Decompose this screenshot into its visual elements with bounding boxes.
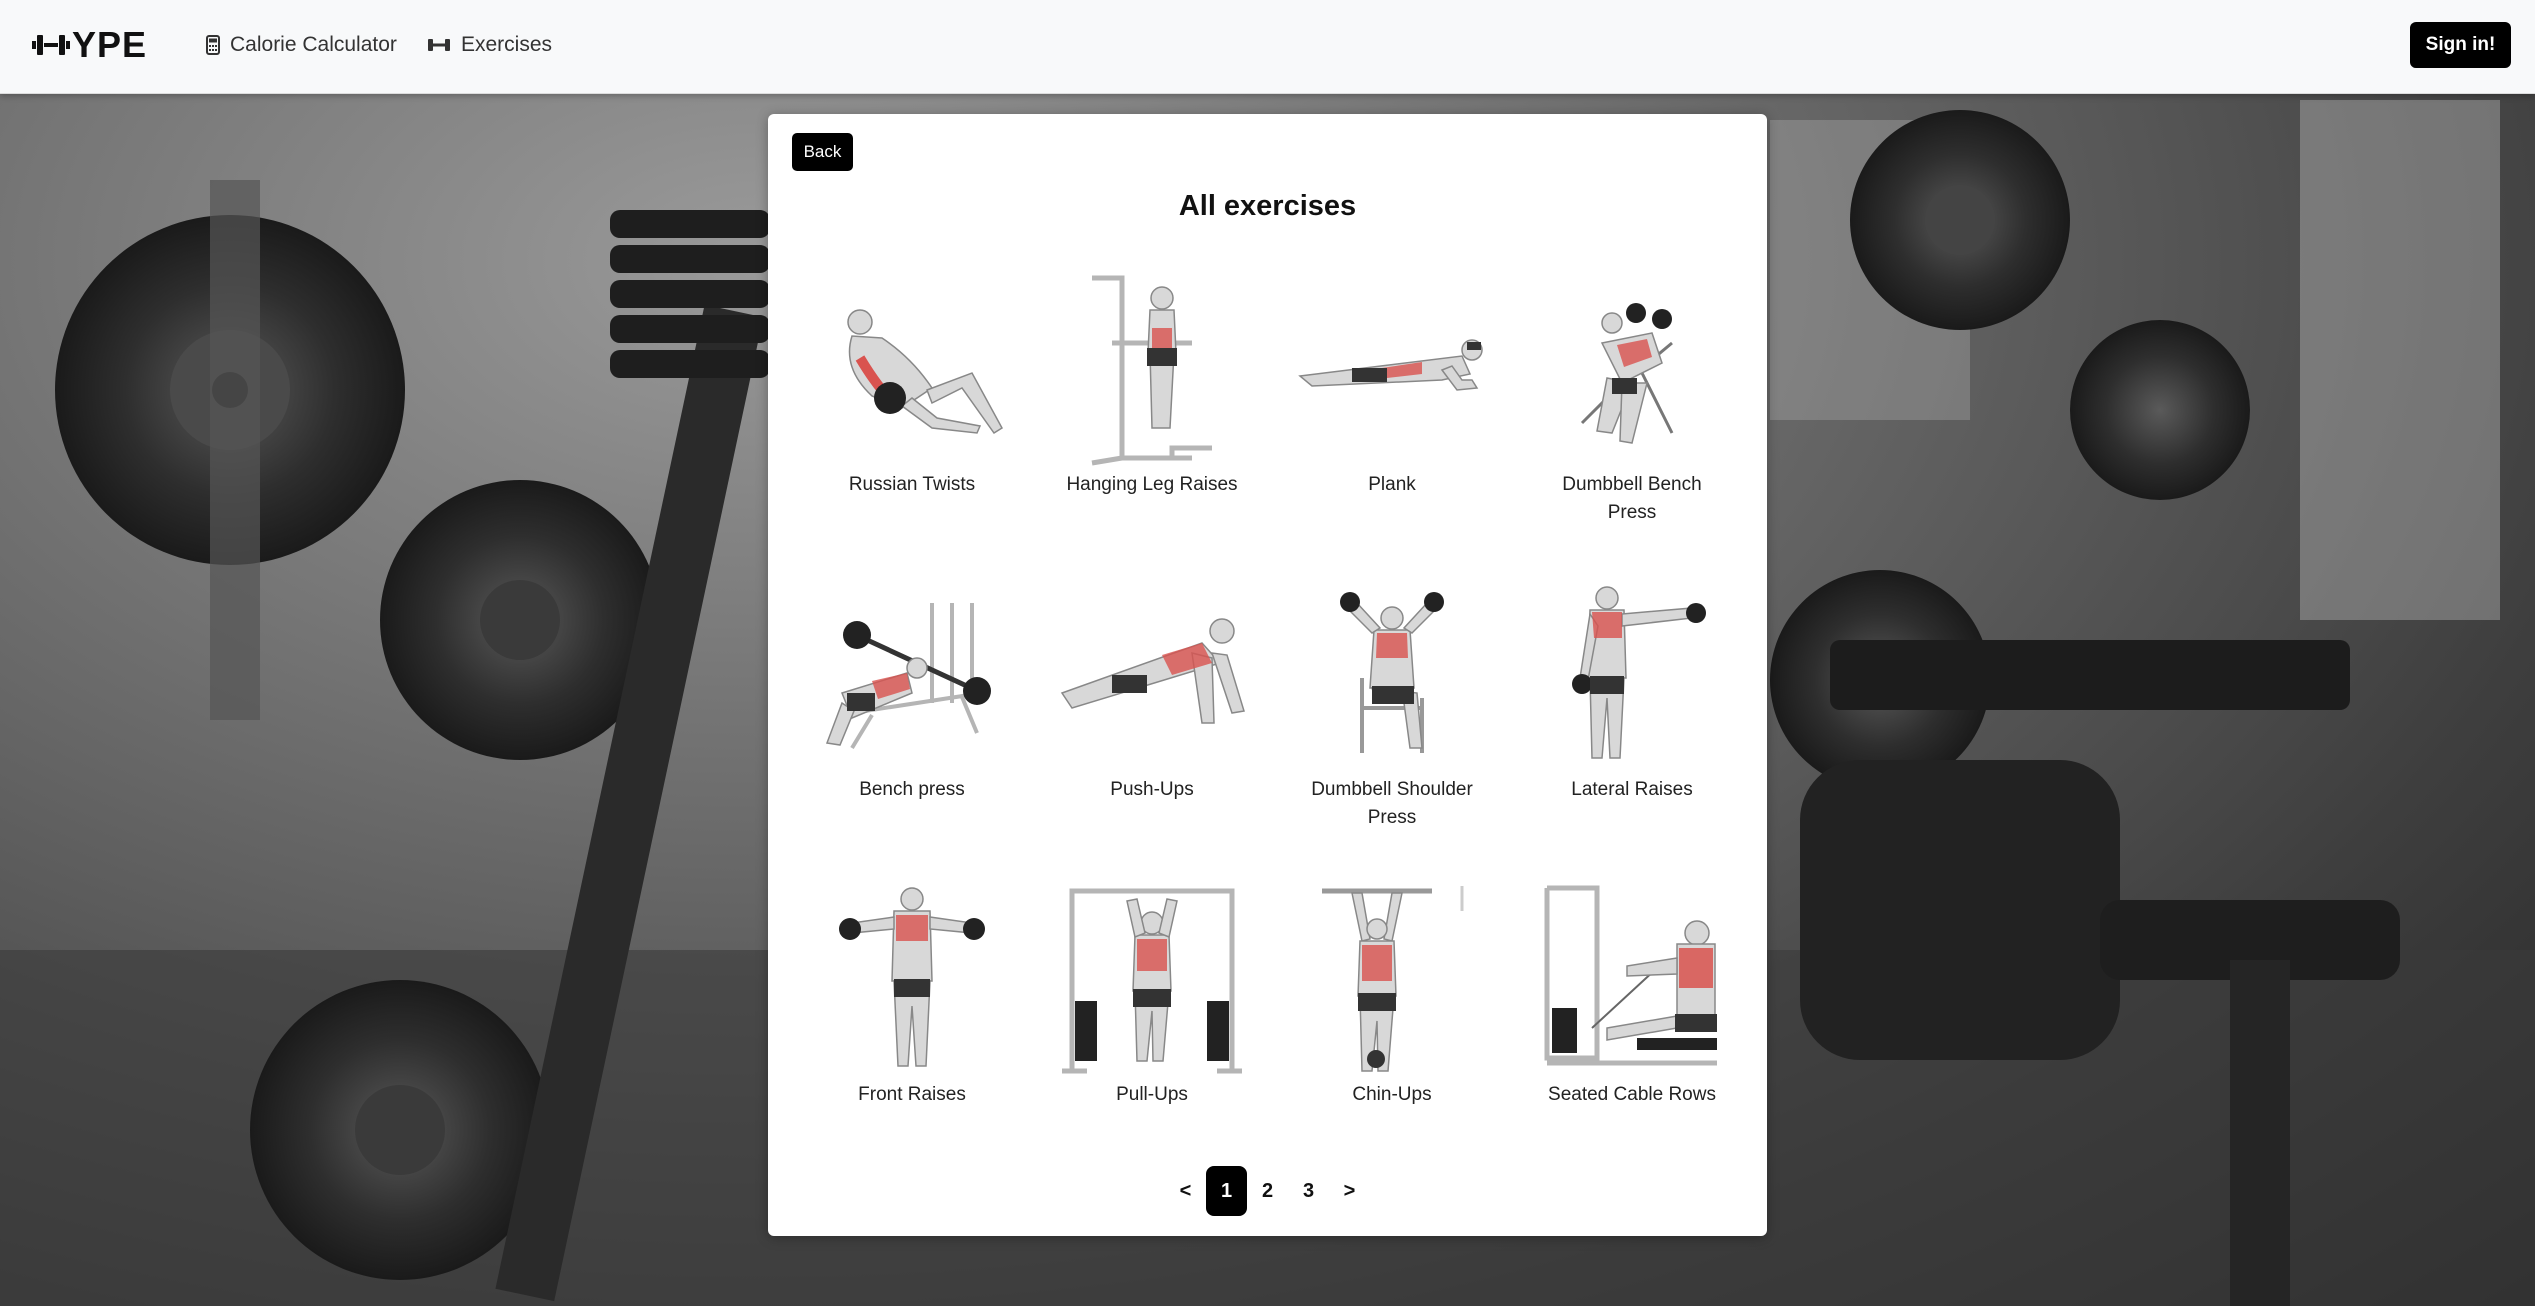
exercise-name: Lateral Raises: [1571, 779, 1693, 800]
exercise-card-push-ups[interactable]: Push-Ups: [1032, 573, 1272, 804]
exercise-card-hanging-leg-raises[interactable]: Hanging Leg Raises: [1032, 268, 1272, 499]
exercise-name: Plank: [1368, 474, 1416, 495]
dumbbell-logo-icon: [32, 30, 70, 60]
exercise-name: Dumbbell Shoulder Press: [1311, 779, 1473, 828]
exercise-card-chin-ups[interactable]: Chin-Ups: [1272, 878, 1512, 1109]
pagination-page-2[interactable]: 2: [1247, 1166, 1288, 1216]
exercise-illustration: [1512, 878, 1752, 1078]
exercise-name: Chin-Ups: [1352, 1084, 1432, 1105]
brand-name: YPE: [72, 24, 148, 65]
exercise-card-bench-press[interactable]: Bench press: [792, 573, 1032, 804]
exercise-name: Seated Cable Rows: [1548, 1084, 1716, 1105]
dumbbell-icon: [427, 37, 451, 53]
exercise-name: Bench press: [859, 779, 965, 800]
exercise-name: Push-Ups: [1110, 779, 1194, 800]
exercise-illustration: [1032, 573, 1272, 773]
pagination: < 1 2 3 >: [768, 1166, 1767, 1216]
exercise-illustration: [1032, 268, 1272, 468]
exercise-illustration: [1512, 268, 1752, 468]
exercise-card-front-raises[interactable]: Front Raises: [792, 878, 1032, 1109]
exercise-card-plank[interactable]: Plank: [1272, 268, 1512, 499]
exercise-card-seated-cable-rows[interactable]: Seated Cable Rows: [1512, 878, 1752, 1109]
exercise-name: Front Raises: [858, 1084, 966, 1105]
exercise-name: Russian Twists: [848, 474, 976, 495]
back-button[interactable]: Back: [792, 133, 853, 171]
brand-logo[interactable]: YPE: [32, 22, 147, 68]
exercise-card-pull-ups[interactable]: Pull-Ups: [1032, 878, 1272, 1109]
exercise-name: Dumbbell Bench Press: [1562, 474, 1702, 523]
exercise-illustration: [1272, 878, 1512, 1078]
pagination-prev-button[interactable]: <: [1165, 1166, 1206, 1216]
exercise-illustration: [792, 268, 1032, 468]
nav-link-exercises[interactable]: Exercises: [427, 28, 552, 62]
exercise-card-dumbbell-bench-press[interactable]: Dumbbell Bench Press: [1512, 268, 1752, 527]
nav-link-calorie-calculator[interactable]: Calorie Calculator: [206, 28, 397, 62]
exercise-illustration: [792, 878, 1032, 1078]
exercise-illustration: [1512, 573, 1752, 773]
exercise-card-lateral-raises[interactable]: Lateral Raises: [1512, 573, 1752, 804]
nav-link-label: Calorie Calculator: [230, 33, 397, 56]
exercise-name: Hanging Leg Raises: [1066, 474, 1238, 495]
exercises-card: Back All exercises Russian Twists Hangin…: [768, 114, 1767, 1236]
pagination-page-3[interactable]: 3: [1288, 1166, 1329, 1216]
page-title: All exercises: [1178, 190, 1357, 222]
top-navbar: YPE Calorie Calculator Exercises Sign in…: [0, 0, 2535, 94]
nav-link-label: Exercises: [461, 33, 553, 56]
calculator-icon: [206, 35, 220, 55]
exercise-name: Pull-Ups: [1116, 1084, 1188, 1105]
exercise-illustration: [792, 573, 1032, 773]
pagination-page-1[interactable]: 1: [1206, 1166, 1247, 1216]
pagination-next-button[interactable]: >: [1329, 1166, 1370, 1216]
exercise-card-dumbbell-shoulder-press[interactable]: Dumbbell Shoulder Press: [1272, 573, 1512, 832]
exercise-illustration: [1032, 878, 1272, 1078]
sign-in-button[interactable]: Sign in!: [2410, 22, 2511, 68]
exercise-illustration: [1272, 268, 1512, 468]
exercise-illustration: [1272, 573, 1512, 773]
exercise-card-russian-twists[interactable]: Russian Twists: [792, 268, 1032, 499]
